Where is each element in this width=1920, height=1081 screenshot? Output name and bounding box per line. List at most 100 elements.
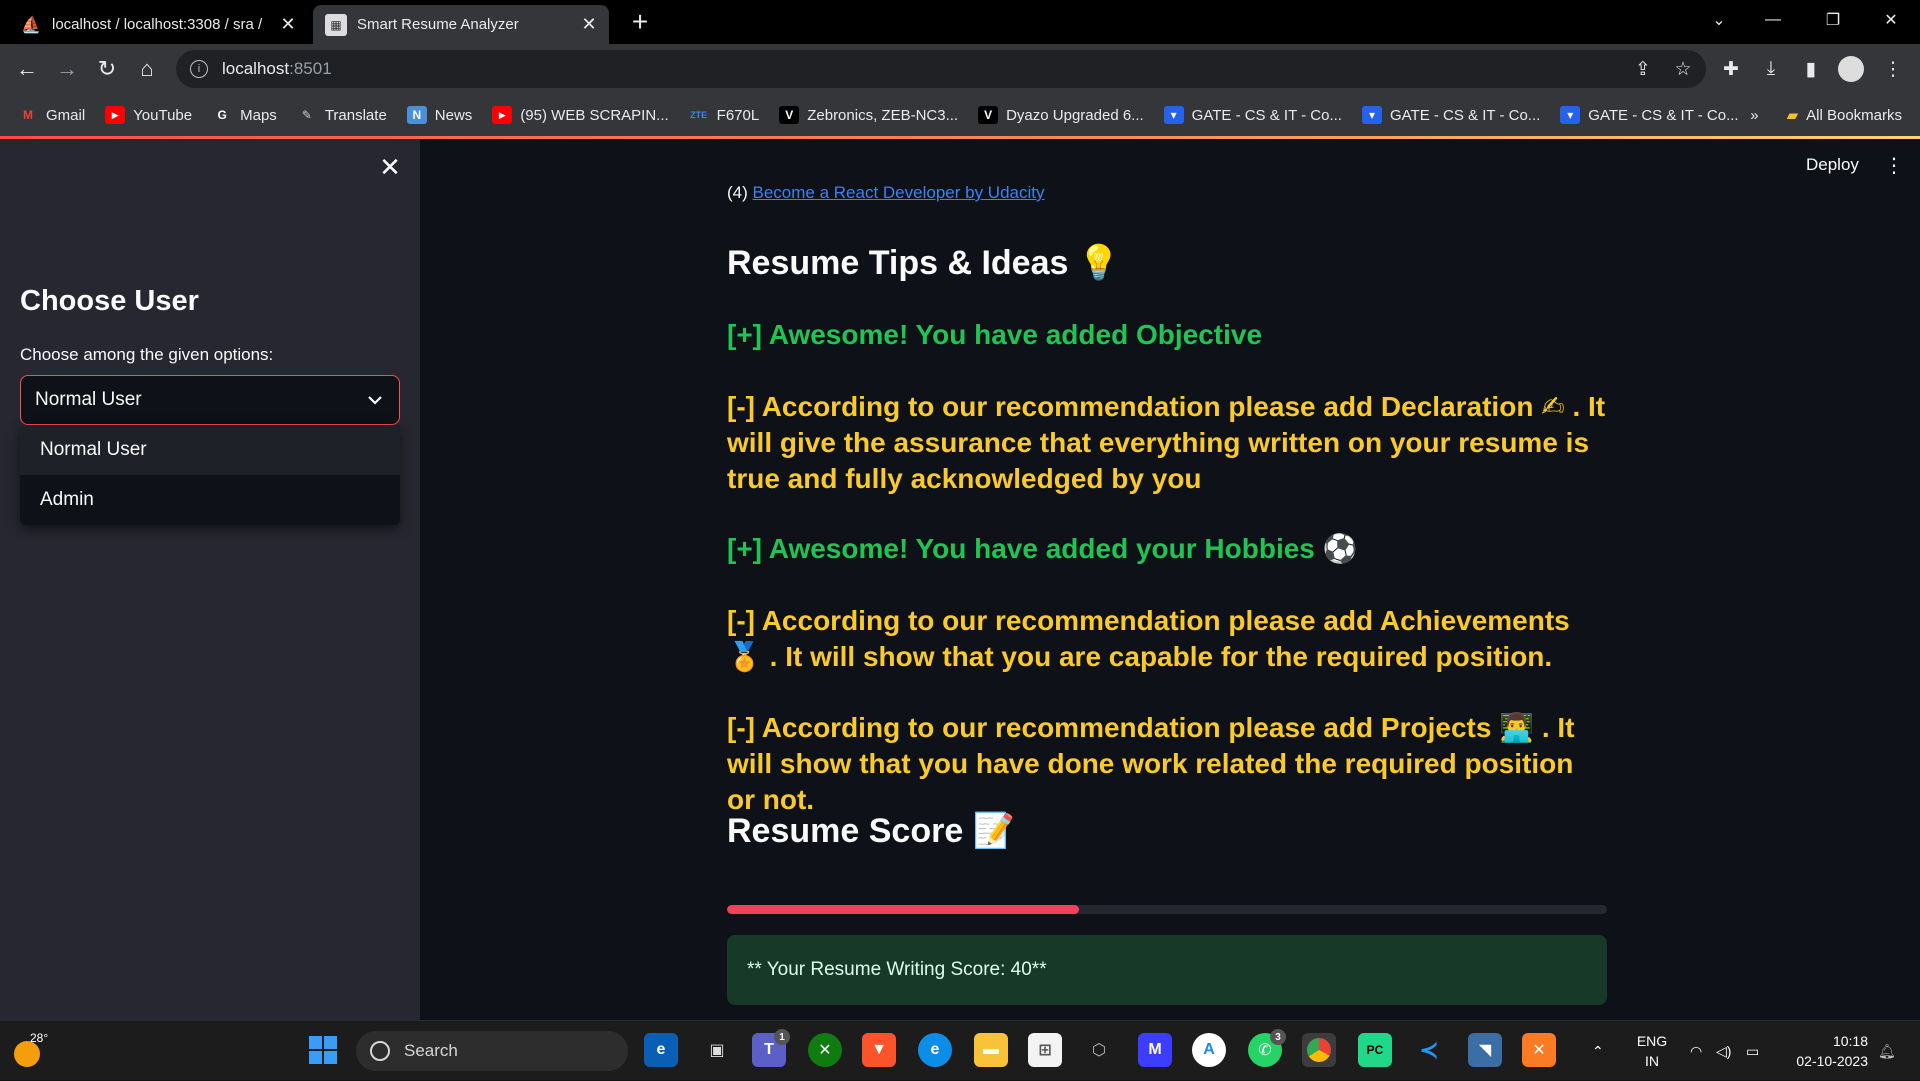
task-view-icon[interactable]: ▣ [700, 1033, 734, 1067]
close-tab-icon[interactable]: ✕ [579, 14, 599, 35]
url-port: :8501 [289, 59, 332, 78]
gate-icon: ▾ [1163, 106, 1184, 124]
taskbar-search[interactable]: Search [356, 1031, 628, 1071]
show-hidden-icons[interactable]: ⌃ [1592, 1021, 1604, 1081]
close-window-button[interactable]: ✕ [1866, 0, 1916, 40]
bookmark-dyazo[interactable]: V Dyazo Upgraded 6... [978, 106, 1144, 124]
weather-widget[interactable]: 28° [12, 1031, 52, 1071]
system-clock[interactable]: 10:18 02-10-2023 [1778, 1031, 1868, 1071]
tab-title: localhost / localhost:3308 / sra / [52, 16, 263, 33]
tab-title: Smart Resume Analyzer [357, 16, 519, 33]
lang-code: ENG [1636, 1033, 1668, 1049]
google-icon: G [217, 108, 227, 122]
weather-temp: 28° [30, 1031, 49, 1045]
browser-menu-icon[interactable]: ⋮ [1878, 54, 1908, 84]
option-admin[interactable]: Admin [20, 475, 400, 525]
bookmark-star-icon[interactable]: ☆ [1668, 54, 1698, 84]
address-bar[interactable]: i localhost:8501 [176, 50, 1706, 88]
pycharm-icon[interactable]: PC [1358, 1033, 1392, 1067]
xbox-icon[interactable]: ✕ [808, 1033, 842, 1067]
extensions-icon[interactable]: ✚ [1716, 54, 1746, 84]
app-store-icon[interactable]: A [1192, 1033, 1226, 1067]
all-bookmarks-button[interactable]: All Bookmarks [1806, 107, 1902, 124]
restore-button[interactable]: ❐ [1808, 0, 1858, 40]
bookmark-gmail[interactable]: M Gmail [18, 106, 85, 124]
course-link-item: (4) Become a React Developer by Udacity [727, 183, 1044, 203]
bookmark-gate-2[interactable]: ▾ GATE - CS & IT - Co... [1361, 106, 1541, 124]
battery-icon[interactable]: ▭ [1746, 1021, 1759, 1081]
side-panel-icon[interactable]: ▮ [1796, 54, 1826, 84]
notification-bell-icon[interactable]: 🔔︎ [1878, 1021, 1896, 1081]
browser-tab-bar: ⛵ localhost / localhost:3308 / sra / ✕ ▦… [0, 0, 1920, 44]
score-message: ** Your Resume Writing Score: 40** [747, 959, 1047, 980]
bookmark-news[interactable]: N News [406, 106, 473, 124]
main-content: Deploy ⋮ (4) Become a React Developer by… [420, 139, 1920, 1020]
edge-icon[interactable]: e [918, 1033, 952, 1067]
windows-start-icon[interactable] [306, 1033, 340, 1067]
mysql-workbench-icon[interactable]: ◥ [1468, 1033, 1502, 1067]
teams-icon[interactable]: T1 [752, 1029, 790, 1067]
bookmark-label: GATE - CS & IT - Co... [1588, 106, 1739, 124]
clock-time: 10:18 [1832, 1033, 1868, 1049]
back-icon[interactable]: ← [10, 52, 44, 86]
share-icon[interactable]: ⇪ [1628, 54, 1658, 84]
user-select-dropdown: Normal User Admin [20, 425, 400, 525]
tip-achievements: [-] According to our recommendation plea… [727, 605, 1570, 672]
close-sidebar-icon[interactable]: ✕ [376, 153, 404, 181]
chevron-down-icon[interactable] [365, 392, 385, 408]
app-menu-icon[interactable]: ⋮ [1884, 153, 1904, 178]
close-tab-icon[interactable]: ✕ [278, 14, 298, 35]
bookmark-label: GATE - CS & IT - Co... [1389, 106, 1541, 124]
tab-phpmyadmin[interactable]: ⛵ localhost / localhost:3308 / sra / ✕ [8, 5, 308, 44]
vscode-icon[interactable]: ≺ [1412, 1033, 1446, 1067]
tab-search-icon[interactable]: ⌄ [1694, 0, 1744, 40]
volume-icon[interactable]: ◁) [1716, 1021, 1731, 1081]
gate-icon: ▾ [1361, 106, 1382, 124]
visual-studio-icon[interactable]: M [1138, 1033, 1172, 1067]
unity-icon[interactable]: ⬡ [1082, 1033, 1116, 1067]
bookmark-label: Dyazo Upgraded 6... [1006, 106, 1144, 124]
bookmark-label: Translate [324, 106, 387, 124]
xampp-icon[interactable]: ✕ [1522, 1033, 1556, 1067]
bookmark-zebronics[interactable]: V Zebronics, ZEB-NC3... [779, 106, 958, 124]
bookmark-gate-1[interactable]: ▾ GATE - CS & IT - Co... [1163, 106, 1342, 124]
download-icon[interactable]: ⤓ [1756, 54, 1786, 84]
select-label: Choose among the given options: [20, 345, 274, 364]
brave-icon[interactable]: ▼ [862, 1033, 896, 1067]
sidebar-title: Choose User [20, 285, 199, 317]
file-explorer-icon[interactable]: ▬ [974, 1033, 1008, 1067]
microsoft-store-icon[interactable]: ⊞ [1028, 1033, 1062, 1067]
deploy-button[interactable]: Deploy [1806, 155, 1859, 175]
chrome-icon[interactable] [1302, 1033, 1336, 1067]
bookmark-web-scraping[interactable]: ▶ (95) WEB SCRAPIN... [492, 106, 669, 124]
reload-icon[interactable]: ↻ [90, 52, 124, 86]
score-progress-bar [727, 905, 1607, 914]
minimize-button[interactable]: — [1748, 0, 1798, 40]
tip-projects: [-] According to our recommendation plea… [727, 712, 1575, 815]
site-info-icon[interactable]: i [190, 60, 208, 78]
bookmark-f670l[interactable]: ZTE F670L [689, 106, 759, 124]
whatsapp-icon[interactable]: ✆ 3 [1248, 1029, 1286, 1067]
score-heading: Resume Score 📝 [727, 812, 1016, 850]
home-icon[interactable]: ⌂ [130, 52, 164, 86]
phpmyadmin-icon: ⛵ [21, 16, 41, 34]
wifi-icon[interactable]: ◠ [1690, 1021, 1702, 1081]
option-normal-user[interactable]: Normal User [20, 425, 400, 475]
bookmark-translate[interactable]: ✎ Translate [297, 106, 387, 124]
bookmark-gate-3[interactable]: ▾ GATE - CS & IT - Co... [1560, 106, 1739, 124]
bookmark-maps[interactable]: G Maps [212, 106, 276, 124]
tip-hobbies: [+] Awesome! You have added your Hobbies… [727, 533, 1358, 564]
search-icon [370, 1041, 390, 1061]
bookmark-label: News [434, 106, 473, 124]
language-indicator[interactable]: ENG IN [1632, 1031, 1672, 1071]
edge-preview-icon[interactable]: e [644, 1033, 678, 1067]
course-link[interactable]: Become a React Developer by Udacity [753, 183, 1045, 202]
new-tab-button[interactable]: + [624, 6, 656, 38]
bookmark-youtube[interactable]: ▶ YouTube [105, 106, 192, 124]
user-select[interactable]: Normal User [20, 375, 400, 425]
profile-avatar[interactable] [1836, 54, 1866, 84]
more-bookmarks-button[interactable]: » [1750, 107, 1758, 124]
search-placeholder: Search [404, 1041, 458, 1060]
tab-smart-resume-analyzer[interactable]: ▦ Smart Resume Analyzer ✕ [313, 5, 609, 44]
forward-icon[interactable]: → [50, 52, 84, 86]
